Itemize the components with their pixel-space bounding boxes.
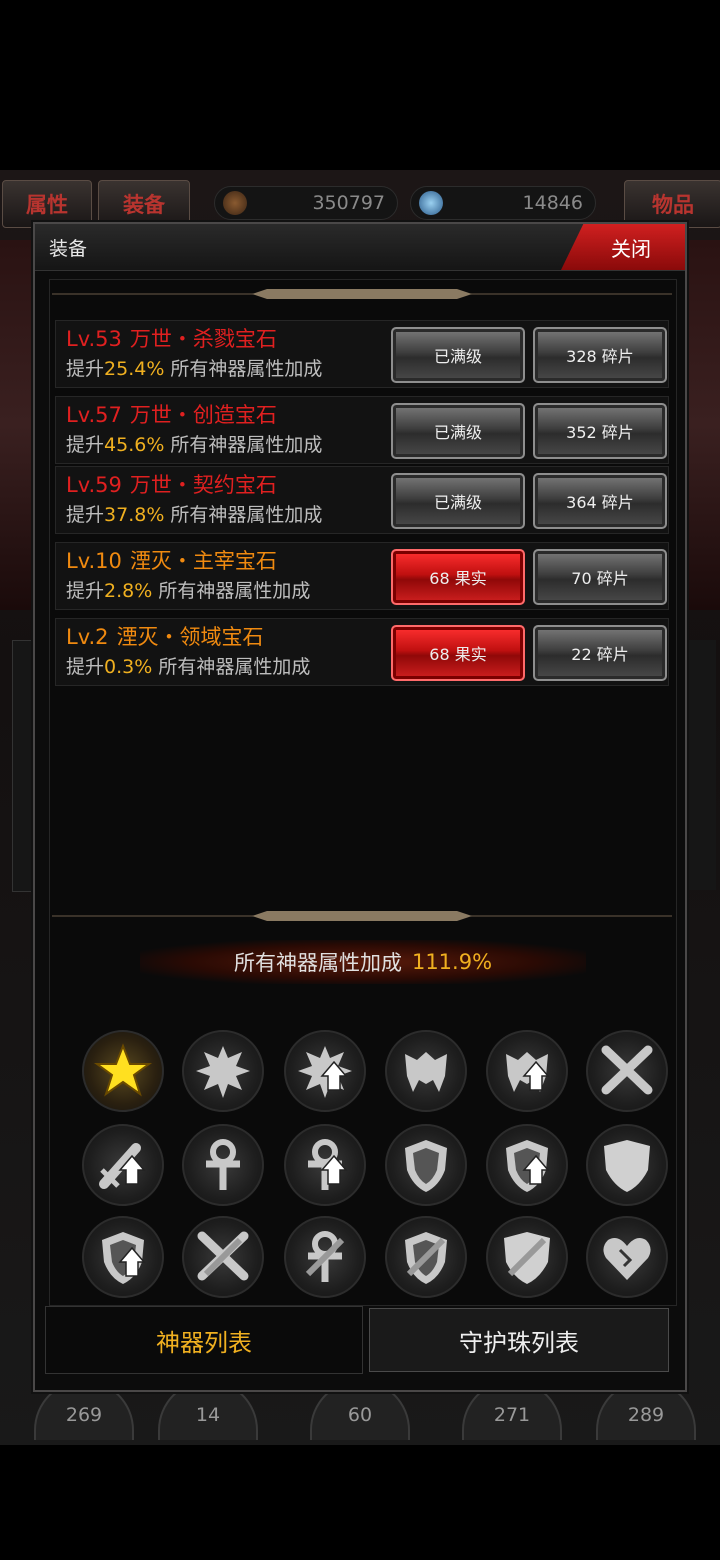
fragment-button[interactable]: 328 碎片 [533,327,667,383]
bottom-divider [52,911,672,921]
max-level-button[interactable]: 已满级 [391,403,525,459]
right-buttons [686,640,716,890]
tab-equipment[interactable]: 装备 [98,180,190,228]
tab-artifact-list[interactable]: 神器列表 [45,1306,363,1374]
gem-desc-prefix: 提升 [66,656,105,678]
gem-desc-suffix: 所有神器属性加成 [164,504,323,526]
gem-row: Lv.10 湮灭・主宰宝石提升2.8% 所有神器属性加成 68 果实 70 碎片 [55,542,669,610]
right-scene [686,240,720,610]
gem-description: 提升37.8% 所有神器属性加成 [66,500,322,527]
gem-title: Lv.59 万世・契约宝石 [66,469,277,499]
gem-description: 提升0.3% 所有神器属性加成 [66,652,310,679]
gem-desc-prefix: 提升 [66,358,105,380]
shield-slash-icon[interactable] [385,1216,467,1298]
shield-icon[interactable] [385,1124,467,1206]
gem-level: Lv.59 [66,473,122,497]
max-level-button[interactable]: 已满级 [391,473,525,529]
currency-1-value: 350797 [312,192,385,214]
upgrade-with-fruit-button[interactable]: 68 果实 [391,549,525,605]
currency-2-value: 14846 [522,192,583,214]
gem-desc-prefix: 提升 [66,580,105,602]
top-divider [52,289,672,299]
demon-mask-icon[interactable] [385,1030,467,1112]
dialog-title: 装备 [49,238,88,260]
gem-desc-prefix: 提升 [66,504,105,526]
tab-items[interactable]: 物品 [624,180,720,228]
fragment-button[interactable]: 70 碎片 [533,549,667,605]
fragment-button[interactable]: 352 碎片 [533,403,667,459]
skull-gem-icon [419,191,443,215]
shield-plus-up-icon[interactable] [82,1216,164,1298]
dialog-header: 装备 关闭 [35,224,685,271]
gem-level: Lv.57 [66,403,122,427]
gem-description: 提升25.4% 所有神器属性加成 [66,354,322,381]
equipment-dialog: 装备 关闭 Lv.53 万世・杀戮宝石 提升25.4% 所有神器属性加成 已满级 328… [33,222,687,1392]
tab-attributes[interactable]: 属性 [2,180,92,228]
gem-name: 万世・杀戮宝石 [129,327,277,351]
gem-desc-prefix: 提升 [66,434,105,456]
gem-desc-suffix: 所有神器属性加成 [152,656,311,678]
gem-row: Lv.53 万世・杀戮宝石提升25.4% 所有神器属性加成 已满级 328 碎片 [55,320,669,388]
shield-cross-icon[interactable] [486,1216,568,1298]
gem-bonus-percent: 25.4% [104,358,165,380]
gem-bonus-percent: 0.3% [104,656,153,678]
gem-name: 湮灭・领域宝石 [116,625,264,649]
heavy-shield-icon[interactable] [586,1124,668,1206]
gem-name: 湮灭・主宰宝石 [129,549,277,573]
gem-level: Lv.2 [66,625,109,649]
gem-row: Lv.2 湮灭・领域宝石 提升0.3% 所有神器属性加成 68 果实 22 碎片 [55,618,669,686]
gem-description: 提升45.6% 所有神器属性加成 [66,430,322,457]
gem-bonus-percent: 45.6% [104,434,165,456]
gem-row: Lv.57 万世・创造宝石提升45.6% 所有神器属性加成 已满级 352 碎片 [55,396,669,464]
fragment-button[interactable]: 22 碎片 [533,625,667,681]
coin-icon [223,191,247,215]
gem-desc-suffix: 所有神器属性加成 [152,580,311,602]
gem-desc-suffix: 所有神器属性加成 [164,358,323,380]
gem-level: Lv.53 [66,327,122,351]
sword-up-icon[interactable] [82,1124,164,1206]
tab-guardian-orb-list[interactable]: 守护珠列表 [369,1308,669,1372]
gem-name: 万世・创造宝石 [129,403,277,427]
demon-mask-up-icon[interactable] [486,1030,568,1112]
crossed-swords-broken-icon[interactable] [182,1216,264,1298]
spiked-ball-up-icon[interactable] [284,1030,366,1112]
broken-heart-icon[interactable] [586,1216,668,1298]
gem-panel: Lv.53 万世・杀戮宝石 提升25.4% 所有神器属性加成 已满级 328 碎片 Lv.… [49,279,677,1306]
currency-1: 350797 [214,186,398,220]
upgrade-with-fruit-button[interactable]: 68 果实 [391,625,525,681]
gem-title: Lv.2 湮灭・领域宝石 [66,621,264,651]
ankh-up-icon[interactable] [284,1124,366,1206]
currency-2: 14846 [410,186,596,220]
shield-up-icon[interactable] [486,1124,568,1206]
close-button[interactable]: 关闭 [561,224,685,270]
star-icon[interactable] [82,1030,164,1112]
gem-title: Lv.57 万世・创造宝石 [66,399,277,429]
total-bonus-label: 所有神器属性加成 [233,951,402,975]
gem-title: Lv.10 湮灭・主宰宝石 [66,545,277,575]
ankh-slash-icon[interactable] [284,1216,366,1298]
spiked-ball-icon[interactable] [182,1030,264,1112]
fragment-button[interactable]: 364 碎片 [533,473,667,529]
gem-desc-suffix: 所有神器属性加成 [164,434,323,456]
max-level-button[interactable]: 已满级 [391,327,525,383]
gem-title: Lv.53 万世・杀戮宝石 [66,323,277,353]
crossed-swords-icon[interactable] [586,1030,668,1112]
ankh-icon[interactable] [182,1124,264,1206]
gem-name: 万世・契约宝石 [129,473,277,497]
total-bonus-bar: 所有神器属性加成 111.9% [140,940,586,984]
gem-bonus-percent: 37.8% [104,504,165,526]
gem-bonus-percent: 2.8% [104,580,153,602]
gem-description: 提升2.8% 所有神器属性加成 [66,576,310,603]
gem-row: Lv.59 万世・契约宝石提升37.8% 所有神器属性加成 已满级 364 碎片 [55,466,669,534]
total-bonus-value: 111.9% [411,950,493,974]
gem-level: Lv.10 [66,549,122,573]
